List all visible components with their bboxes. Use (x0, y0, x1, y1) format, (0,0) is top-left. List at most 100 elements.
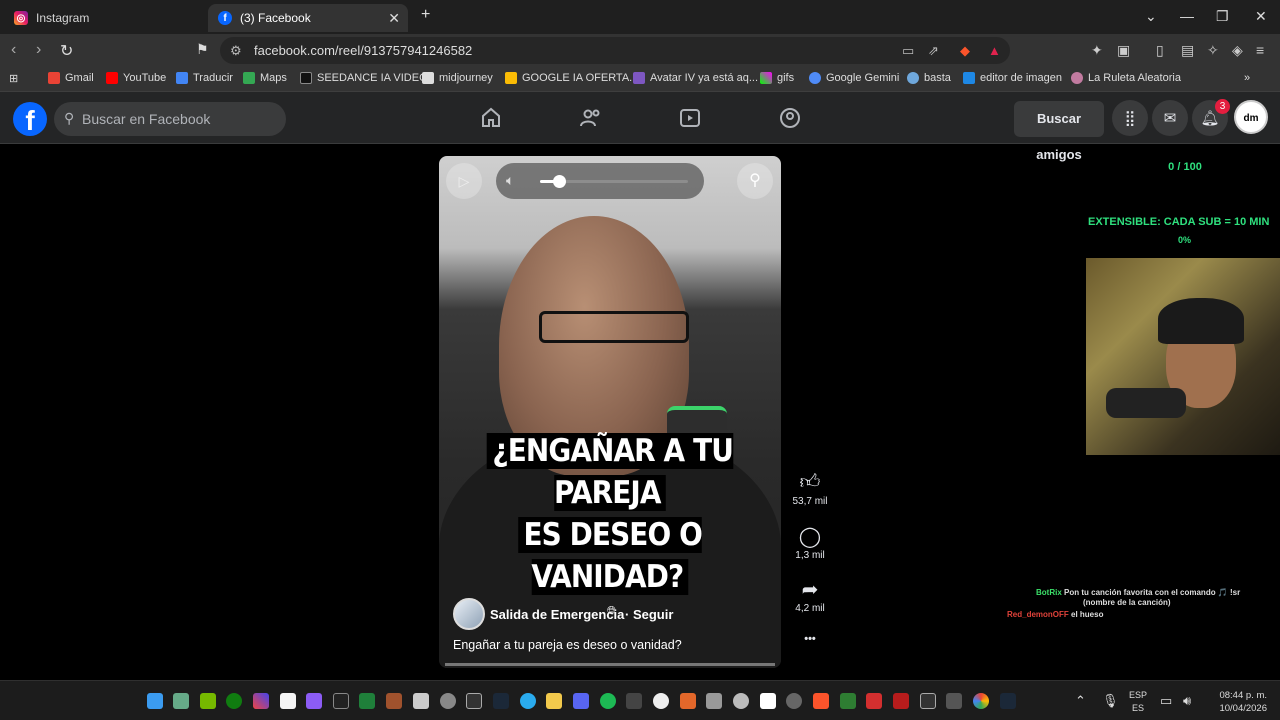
tab-instagram[interactable]: ◎ Instagram (4, 4, 204, 32)
brave-icon[interactable] (813, 693, 829, 709)
app-icon[interactable] (680, 693, 696, 709)
store-icon[interactable] (280, 693, 296, 709)
friends-icon[interactable] (579, 106, 603, 130)
bookmark-editor[interactable]: editor de imagen (963, 72, 1062, 84)
app-icon[interactable] (893, 693, 909, 709)
find-friends-button[interactable]: Buscar amigos (1014, 101, 1104, 162)
author-name[interactable]: Salida de Emergencia (490, 607, 624, 622)
steam-icon[interactable] (1000, 693, 1016, 709)
search-input[interactable] (82, 102, 282, 136)
app-icon[interactable] (653, 693, 669, 709)
spotify-icon[interactable] (600, 693, 616, 709)
network-icon[interactable]: ▭ (1160, 693, 1172, 709)
speaker-icon[interactable]: 🔊︎ (1183, 693, 1191, 709)
discord-icon[interactable] (573, 693, 589, 709)
app-icon[interactable] (946, 693, 962, 709)
bookmark-midjourney[interactable]: midjourney (422, 72, 493, 84)
share-app-icon[interactable] (626, 693, 642, 709)
epic-games-icon[interactable] (466, 693, 482, 709)
bookmark-youtube[interactable]: YouTube (106, 72, 166, 84)
show-hidden-icons[interactable]: ⌃ (1075, 693, 1086, 709)
bookmark-maps[interactable]: Maps (243, 72, 287, 84)
tab-facebook[interactable]: f (3) Facebook ✕ (208, 4, 408, 32)
volume-slider[interactable] (540, 175, 688, 188)
back-icon[interactable]: ‹ (11, 41, 16, 59)
cast-icon[interactable]: ▭ (902, 43, 914, 59)
follow-button[interactable]: · Seguir (625, 607, 673, 622)
app-icon[interactable] (920, 693, 936, 709)
microphone-icon[interactable]: 🎙︎ (1102, 693, 1119, 709)
reload-icon[interactable]: ↻ (60, 41, 73, 61)
app-icon[interactable] (306, 693, 322, 709)
close-window-icon[interactable]: ✕ (1255, 8, 1267, 25)
like-button[interactable]: 👍︎ 53,7 mil (788, 470, 832, 507)
brave-rewards-icon[interactable]: ▲ (988, 43, 1001, 58)
vpn-icon[interactable]: ◈ (1232, 42, 1243, 59)
reel-search-icon[interactable]: ⚲ (737, 163, 773, 199)
bookmark-basta[interactable]: basta (907, 72, 951, 84)
capcut-icon[interactable] (333, 693, 349, 709)
apps-icon[interactable]: ⊞ (9, 72, 18, 85)
more-options-button[interactable]: ••• (788, 633, 832, 645)
bookmark-gmail[interactable]: Gmail (48, 72, 94, 84)
wallet-icon[interactable]: ▤ (1181, 42, 1194, 59)
telegram-icon[interactable] (520, 693, 536, 709)
tab-search-icon[interactable]: ⌄ (1145, 8, 1157, 25)
start-icon[interactable] (147, 693, 163, 709)
app-icon[interactable] (173, 693, 189, 709)
volume-handle[interactable] (553, 175, 567, 188)
facebook-search[interactable]: ⚲ (54, 102, 286, 136)
url-text[interactable]: facebook.com/reel/913757941246582 (254, 43, 472, 58)
close-tab-icon[interactable]: ✕ (388, 10, 400, 27)
steam-icon[interactable] (493, 693, 509, 709)
author-avatar[interactable] (453, 598, 485, 630)
copilot-icon[interactable] (253, 693, 269, 709)
forward-icon[interactable]: › (36, 41, 41, 59)
camera-icon[interactable] (706, 693, 722, 709)
system-clock[interactable]: 08:44 p. m. 10/04/2026 (1205, 689, 1267, 715)
volume-control[interactable]: 🔈︎ (496, 163, 704, 199)
new-tab-button[interactable]: + (421, 6, 430, 24)
more-bookmarks-icon[interactable]: » (1244, 72, 1250, 84)
settings-icon[interactable] (440, 693, 456, 709)
bookmark-seedance[interactable]: SEEDANCE IA VIDEO (300, 72, 428, 84)
app-icon[interactable] (866, 693, 882, 709)
app-icon[interactable] (359, 693, 375, 709)
bookmark-traducir[interactable]: Traducir (176, 72, 233, 84)
bookmark-icon[interactable]: ⚑ (196, 41, 209, 58)
screenshot-icon[interactable]: ▣ (1117, 42, 1130, 59)
extensions-icon[interactable]: ✦ (1091, 42, 1103, 59)
play-button[interactable]: ▷ (446, 163, 482, 199)
xbox-icon[interactable] (226, 693, 242, 709)
profile-avatar[interactable]: dm (1234, 100, 1268, 134)
maximize-icon[interactable]: ❐ (1216, 8, 1229, 25)
reel-video[interactable]: ¿ENGAÑAR A TU PAREJA ES DESEO O VANIDAD?… (439, 156, 781, 668)
comment-button[interactable]: ◯ 1,3 mil (788, 524, 832, 561)
bookmark-ruleta[interactable]: La Ruleta Aleatoria (1071, 72, 1181, 84)
share-icon[interactable]: ⇗ (928, 43, 939, 59)
facebook-logo[interactable]: f (13, 102, 47, 136)
share-button[interactable]: ➦ 4,2 mil (788, 577, 832, 614)
menu-grid-icon[interactable]: ⣿ (1112, 100, 1148, 136)
app-icon[interactable] (733, 693, 749, 709)
brave-shields-icon[interactable]: ◆ (960, 43, 970, 59)
app-icon[interactable] (386, 693, 402, 709)
address-bar[interactable]: ⚙ facebook.com/reel/913757941246582 ▭ ⇗ … (220, 37, 1010, 64)
chrome-icon[interactable] (973, 693, 989, 709)
menu-icon[interactable]: ≡ (1256, 42, 1264, 58)
video-progress-bar[interactable] (445, 663, 775, 666)
nvidia-icon[interactable] (200, 693, 216, 709)
volume-icon[interactable]: 🔈︎ (506, 172, 514, 189)
app-icon[interactable] (413, 693, 429, 709)
groups-icon[interactable] (778, 106, 802, 130)
language-indicator[interactable]: ESP ES (1129, 689, 1147, 715)
bookmark-avatar[interactable]: Avatar IV ya está aq... (633, 72, 758, 84)
app-icon[interactable] (760, 693, 776, 709)
file-explorer-icon[interactable] (546, 693, 562, 709)
video-icon[interactable] (678, 106, 702, 130)
bookmark-gemini[interactable]: Google Gemini (809, 72, 899, 84)
site-info-icon[interactable]: ⚙ (230, 43, 242, 59)
app-icon[interactable] (840, 693, 856, 709)
leo-ai-icon[interactable]: ✧ (1207, 42, 1219, 59)
bookmark-google-ia[interactable]: GOOGLE IA OFERTA... (505, 72, 638, 84)
